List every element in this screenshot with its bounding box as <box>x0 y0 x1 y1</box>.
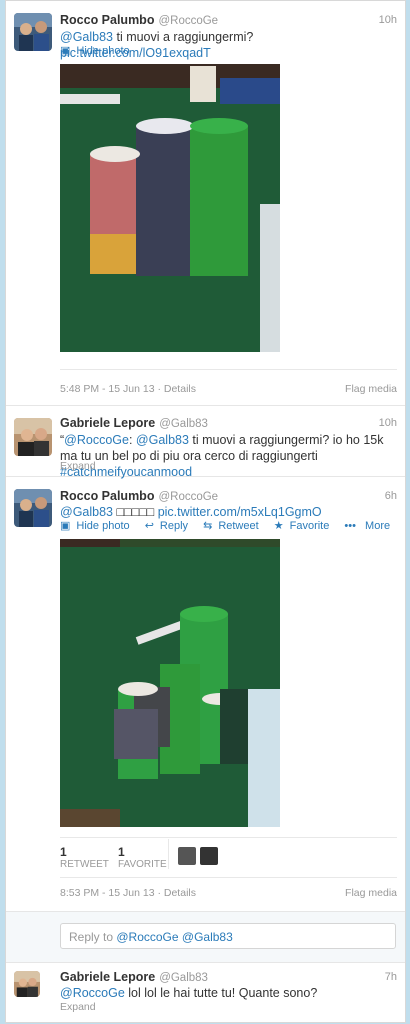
pic-link[interactable]: pic.twitter.com/m5xLq1GgmO <box>158 505 322 519</box>
divider <box>60 877 397 878</box>
tweet-actions: ▣ Hide photo ↩ Reply ⇆ Retweet ★ Favorite ••… <box>60 519 402 532</box>
retweet-icon: ⇆ <box>203 520 213 532</box>
avatar[interactable] <box>14 13 52 51</box>
user-name[interactable]: Rocco Palumbo @RoccoGe <box>60 489 218 503</box>
star-icon: ★ <box>273 520 284 532</box>
user-handle[interactable]: @Galb83 <box>159 972 208 984</box>
tweet-text: @Galb83 □□□□□ pic.twitter.com/m5xLq1GgmO <box>60 505 322 519</box>
tweet-photo[interactable] <box>60 64 280 352</box>
tweet-3[interactable]: Rocco Palumbo @RoccoGe 6h @Galb83 □□□□□ p… <box>6 477 405 912</box>
user-handle[interactable]: @RoccoGe <box>158 491 218 503</box>
user-name[interactable]: Gabriele Lepore @Galb83 <box>60 970 208 984</box>
mention-link[interactable]: @Galb83 <box>136 433 189 447</box>
reply-area: Reply to @RoccoGe @Galb83 <box>6 912 405 963</box>
mention-link[interactable]: @RoccoGe <box>64 433 129 447</box>
tweet-photo[interactable] <box>60 539 280 827</box>
timestamp[interactable]: 6h <box>385 490 397 502</box>
user-handle[interactable]: @RoccoGe <box>158 15 218 27</box>
reply-button[interactable]: ↩ Reply <box>145 520 194 532</box>
divider <box>60 369 397 370</box>
user-name[interactable]: Rocco Palumbo @RoccoGe <box>60 13 218 27</box>
expand-link[interactable]: Expand <box>60 460 96 472</box>
timeline: Rocco Palumbo @RoccoGe 10h @Galb83 ti muo… <box>5 0 406 1023</box>
tweet-text: “@RoccoGe: @Galb83 ti muovi a raggiunger… <box>60 433 384 479</box>
more-button[interactable]: ••• More <box>344 520 396 532</box>
reply-icon: ↩ <box>144 520 154 532</box>
avatar[interactable] <box>14 489 52 527</box>
hide-photo-button[interactable]: ▣ Hide photo <box>60 520 136 532</box>
stats-divider <box>168 839 169 869</box>
timestamp[interactable]: 7h <box>385 971 397 983</box>
tweet-4[interactable]: Gabriele Lepore @Galb83 7h @RoccoGe lol l… <box>6 963 405 1021</box>
timestamp[interactable]: 10h <box>379 417 397 429</box>
user-handle[interactable]: @Galb83 <box>159 418 208 430</box>
mention-link[interactable]: @RoccoGe <box>60 986 125 1000</box>
avatar[interactable] <box>14 971 40 997</box>
expand-link[interactable]: Expand <box>60 1001 96 1013</box>
mention-link[interactable]: @Galb83 <box>60 30 113 44</box>
favorite-button[interactable]: ★ Favorite <box>274 520 336 532</box>
retweet-count[interactable]: 1 RETWEET <box>60 845 109 870</box>
tweet-meta[interactable]: 8:53 PM - 15 Jun 13 · Details <box>60 887 196 899</box>
flag-media-link[interactable]: Flag media <box>345 887 397 899</box>
photo-icon: ▣ <box>60 520 71 532</box>
favoriter-avatar[interactable] <box>200 847 218 865</box>
retweeter-avatar[interactable] <box>178 847 196 865</box>
photo-icon: ▣ <box>60 45 71 57</box>
flag-media-link[interactable]: Flag media <box>345 383 397 395</box>
mention-link[interactable]: @Galb83 <box>60 505 113 519</box>
retweet-button[interactable]: ⇆ Retweet <box>203 520 265 532</box>
tweet-meta[interactable]: 5:48 PM - 15 Jun 13 · Details <box>60 383 196 395</box>
tweet-text: @RoccoGe lol lol le hai tutte tu! Quante… <box>60 986 318 1000</box>
avatar[interactable] <box>14 418 52 456</box>
user-name[interactable]: Gabriele Lepore @Galb83 <box>60 416 208 430</box>
favorite-count[interactable]: 1 FAVORITE <box>118 845 167 870</box>
tweet-1[interactable]: Rocco Palumbo @RoccoGe 10h @Galb83 ti muo… <box>6 1 405 406</box>
divider <box>60 837 397 838</box>
more-icon: ••• <box>344 520 356 532</box>
timestamp[interactable]: 10h <box>379 14 397 26</box>
reply-input[interactable]: Reply to @RoccoGe @Galb83 <box>60 923 396 949</box>
tweet-2[interactable]: Gabriele Lepore @Galb83 10h “@RoccoGe: @G… <box>6 406 405 479</box>
hide-photo-button[interactable]: ▣ Hide photo <box>60 44 136 57</box>
